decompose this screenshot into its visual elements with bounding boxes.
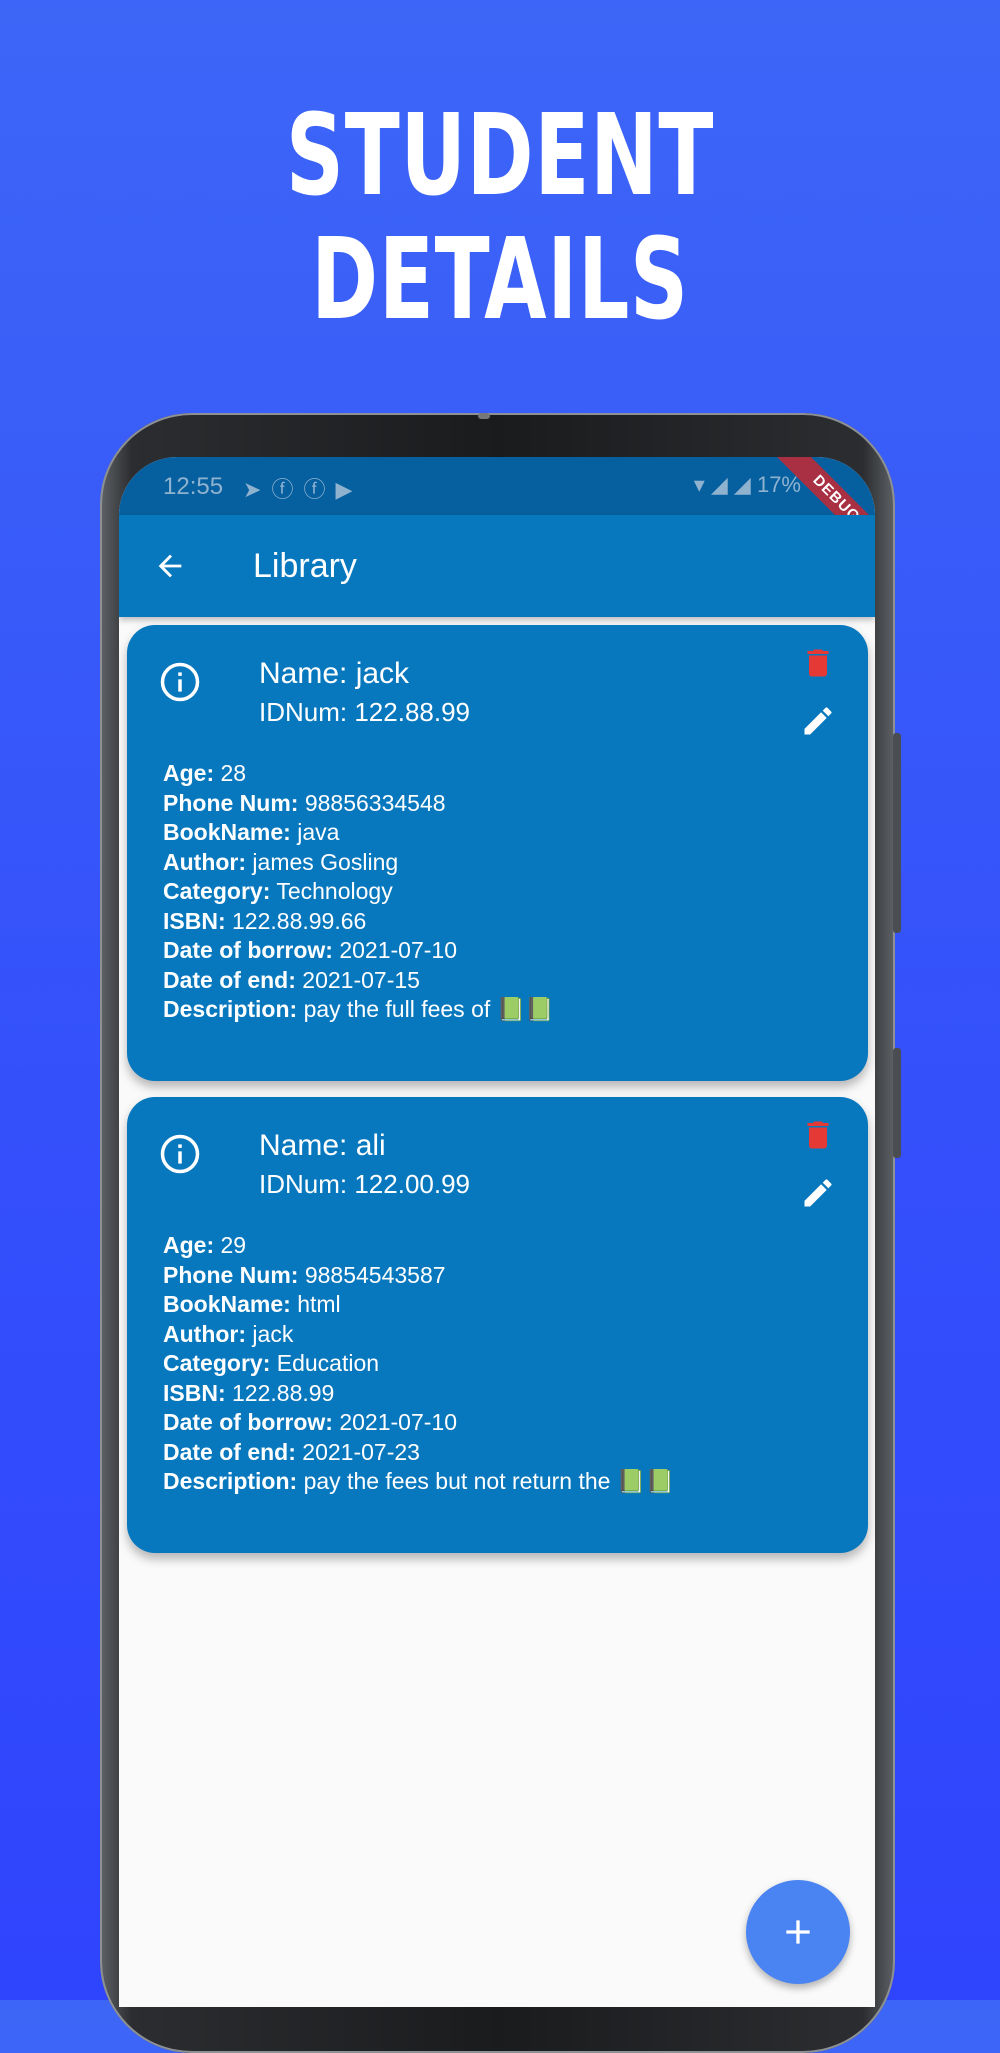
detail-date-borrow: Date of borrow: 2021-07-10: [163, 937, 457, 963]
add-button[interactable]: [746, 1880, 850, 1984]
detail-description: Description: pay the full fees of 📗📗: [163, 996, 554, 1022]
signal-icon: ◢: [710, 472, 728, 497]
status-app-icons: ➤ⓕⓕ▶: [243, 472, 362, 504]
detail-description: Description: pay the fees but not return…: [163, 1468, 675, 1494]
student-details: Age: 29 Phone Num: 98854543587 BookName:…: [163, 1231, 674, 1497]
phone-notch: [478, 413, 490, 419]
facebook-icon: ⓕ: [303, 477, 336, 502]
youtube-icon: ▶: [335, 477, 363, 502]
edit-icon[interactable]: [800, 703, 836, 744]
detail-age: Age: 29: [163, 1232, 247, 1258]
telegram-icon: ➤: [243, 477, 272, 502]
status-bar: 12:55 ➤ⓕⓕ▶ ▾ ◢ ◢ 17% DEBUG: [119, 457, 875, 561]
detail-author: Author: jack: [163, 1320, 294, 1347]
student-details: Age: 28 Phone Num: 98856334548 BookName:…: [163, 759, 554, 1025]
detail-isbn: ISBN: 122.88.99: [163, 1379, 335, 1406]
battery-percent: 17%: [756, 472, 801, 497]
status-time: 12:55: [163, 473, 224, 500]
arrow-back-icon[interactable]: [153, 549, 187, 588]
edit-icon[interactable]: [800, 1175, 836, 1216]
delete-icon[interactable]: [800, 1115, 836, 1160]
student-name: Name: ali: [259, 1129, 386, 1162]
app-bar-title: Library: [253, 547, 357, 585]
detail-date-borrow: Date of borrow: 2021-07-10: [163, 1409, 457, 1435]
info-icon[interactable]: [159, 661, 201, 708]
headline-line-2: DETAILS: [311, 215, 689, 345]
detail-phone: Phone Num: 98856334548: [163, 789, 446, 816]
info-icon[interactable]: [159, 1133, 201, 1180]
detail-author: Author: james Gosling: [163, 848, 399, 875]
student-card[interactable]: Name: jack IDNum: 122.88.99 Age: 28 Phon…: [127, 625, 868, 1081]
volume-button: [893, 733, 901, 933]
delete-icon[interactable]: [800, 643, 836, 688]
status-indicators: ▾ ◢ ◢ 17%: [694, 472, 801, 498]
student-idnum: IDNum: 122.88.99: [259, 697, 471, 727]
detail-isbn: ISBN: 122.88.99.66: [163, 907, 367, 934]
power-button: [893, 1048, 901, 1158]
detail-phone: Phone Num: 98854543587: [163, 1261, 446, 1288]
detail-bookname: BookName: java: [163, 819, 340, 845]
headline-line-1: STUDENT: [285, 91, 715, 221]
student-name: Name: jack: [259, 657, 410, 690]
detail-category: Category: Education: [163, 1350, 380, 1376]
detail-bookname: BookName: html: [163, 1291, 341, 1317]
signal-icon: ◢: [733, 472, 751, 497]
detail-date-end: Date of end: 2021-07-23: [163, 1438, 420, 1465]
detail-category: Category: Technology: [163, 878, 393, 904]
app-bar: Library: [119, 515, 875, 617]
detail-date-end: Date of end: 2021-07-15: [163, 966, 420, 993]
student-card[interactable]: Name: ali IDNum: 122.00.99 Age: 29 Phone…: [127, 1097, 868, 1553]
detail-age: Age: 28: [163, 760, 247, 786]
student-idnum: IDNum: 122.00.99: [259, 1169, 471, 1199]
add-icon: [786, 1920, 810, 1944]
phone-screen: 12:55 ➤ⓕⓕ▶ ▾ ◢ ◢ 17% DEBUG Library Name:…: [119, 457, 875, 2007]
facebook-icon: ⓕ: [271, 477, 304, 502]
wifi-icon: ▾: [693, 472, 705, 497]
